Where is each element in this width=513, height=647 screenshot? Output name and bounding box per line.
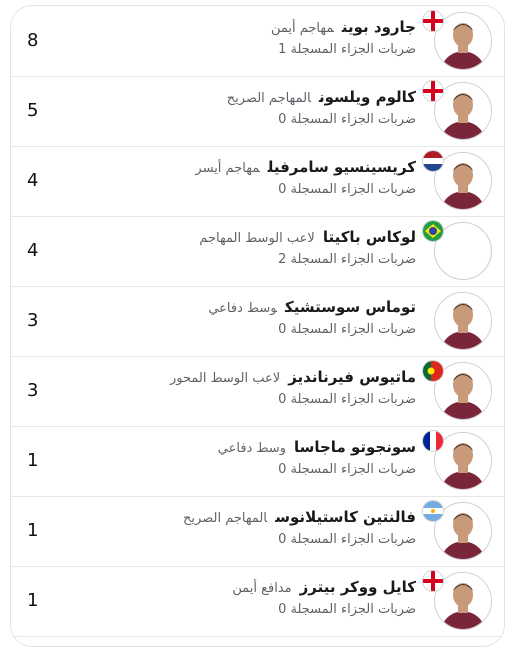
stat-count: 3 xyxy=(27,380,39,401)
stat-value: 0 xyxy=(278,392,287,407)
stat-value: 0 xyxy=(278,602,287,617)
player-name[interactable]: كريسينسيو سامرفيل xyxy=(268,158,416,176)
stat-value: 2 xyxy=(278,252,287,267)
stat-count: 1 xyxy=(27,520,39,541)
player-name[interactable]: توماس سوستشيك xyxy=(285,298,416,316)
stat-label: ضربات الجزاء المسجلة xyxy=(290,252,416,267)
stat-count: 5 xyxy=(27,100,39,121)
player-position: المهاجم الصريح xyxy=(183,511,268,526)
player-position: مهاجم أيسر xyxy=(195,161,260,176)
player-position: مهاجم أيمن xyxy=(270,21,334,36)
player-name[interactable]: ماتيوس فيرنانديز xyxy=(288,368,416,386)
player-stat-line: ضربات الجزاء المسجلة 0 xyxy=(278,530,416,550)
player-name[interactable]: كايل ووكر بيترز xyxy=(300,578,416,596)
player-avatar xyxy=(434,292,492,350)
player-row[interactable]: 1 كايل ووكر بيترز مدافع أيمن ضربات الجزاء ا… xyxy=(11,566,504,637)
player-stat-line: ضربات الجزاء المسجلة 0 xyxy=(278,600,416,620)
player-stat-line: ضربات الجزاء المسجلة 2 xyxy=(278,250,416,270)
player-row[interactable]: 3 توماس سوستشيكوسط دفاعي ضربات الجزاء المس… xyxy=(11,286,504,357)
player-stat-line: ضربات الجزاء المسجلة 0 xyxy=(278,110,416,130)
argentina-flag-icon xyxy=(422,500,444,522)
player-info: جارود بوين مهاجم أيمن xyxy=(271,16,416,40)
stat-label: ضربات الجزاء المسجلة xyxy=(290,532,416,547)
brazil-flag-icon xyxy=(422,220,444,242)
stat-label: ضربات الجزاء المسجلة xyxy=(290,602,416,617)
england-flag-icon xyxy=(422,10,444,32)
stat-count: 4 xyxy=(27,170,39,191)
player-position: المهاجم الصريح xyxy=(226,91,311,106)
player-position: وسط دفاعي xyxy=(217,441,286,456)
player-info: كايل ووكر بيترز مدافع أيمن xyxy=(232,576,416,600)
player-position: مدافع أيمن xyxy=(232,581,292,596)
player-info: كالوم ويلسون المهاجم الصريح xyxy=(227,86,416,110)
player-row[interactable]: 4 لوكاس باكيتا لاعب الوسط المهاجم ضربات الج… xyxy=(11,216,504,287)
player-name[interactable]: جارود بوين xyxy=(342,18,416,36)
player-info: ماتيوس فيرنانديز لاعب الوسط المحور xyxy=(170,366,416,390)
stat-value: 0 xyxy=(278,532,287,547)
player-name[interactable]: فالنتين كاستيلانوس xyxy=(275,508,416,526)
france-flag-icon xyxy=(422,430,444,452)
player-position: لاعب الوسط المهاجم xyxy=(199,231,315,246)
player-stat-line: ضربات الجزاء المسجلة 0 xyxy=(278,390,416,410)
player-stats-list: 8 جارود بوين مهاجم أيمن ضربات الجزاء المسجل… xyxy=(10,5,505,647)
player-info: لوكاس باكيتا لاعب الوسط المهاجم xyxy=(199,226,416,250)
player-row[interactable]: 1 سونجوتو ماجاسا وسط دفاعي ضربات الجزاء الم… xyxy=(11,426,504,497)
player-row[interactable]: 8 جارود بوين مهاجم أيمن ضربات الجزاء المسجل… xyxy=(11,6,504,77)
player-position: لاعب الوسط المحور xyxy=(169,371,281,386)
stat-count: 4 xyxy=(27,240,39,261)
player-position: وسط دفاعي xyxy=(208,301,277,316)
player-info: فالنتين كاستيلانوس المهاجم الصريح xyxy=(183,506,416,530)
player-stat-line: ضربات الجزاء المسجلة 0 xyxy=(278,320,416,340)
stat-label: ضربات الجزاء المسجلة xyxy=(290,42,416,57)
player-info: توماس سوستشيك وسط دفاعي xyxy=(208,296,416,320)
player-name[interactable]: كالوم ويلسون xyxy=(319,88,416,106)
stat-count: 3 xyxy=(27,310,39,331)
player-info: سونجوتو ماجاسا وسط دفاعي xyxy=(218,436,416,460)
stat-label: ضربات الجزاء المسجلة xyxy=(290,182,416,197)
player-stat-line: ضربات الجزاء المسجلة 0 xyxy=(278,180,416,200)
stat-value: 0 xyxy=(278,462,287,477)
stat-value: 0 xyxy=(278,182,287,197)
stat-label: ضربات الجزاء المسجلة xyxy=(290,322,416,337)
player-name[interactable]: لوكاس باكيتا xyxy=(323,228,416,246)
player-stat-line: ضربات الجزاء المسجلة 1 xyxy=(278,40,416,60)
stat-value: 0 xyxy=(278,112,287,127)
stat-count: 1 xyxy=(27,450,39,471)
stat-label: ضربات الجزاء المسجلة xyxy=(290,112,416,127)
stat-value: 1 xyxy=(278,42,287,57)
stat-label: ضربات الجزاء المسجلة xyxy=(290,462,416,477)
stat-value: 0 xyxy=(278,322,287,337)
portugal-flag-icon xyxy=(422,360,444,382)
player-stat-line: ضربات الجزاء المسجلة 0 xyxy=(278,460,416,480)
player-name[interactable]: سونجوتو ماجاسا xyxy=(294,438,416,456)
player-row[interactable]: 4 كريسينسيو سامرفيل مهاجم أيسر ضربات الجزاء… xyxy=(11,146,504,217)
england-flag-icon xyxy=(422,570,444,592)
stat-count: 1 xyxy=(27,590,39,611)
england-flag-icon xyxy=(422,80,444,102)
player-row[interactable]: 5 كالوم ويلسون المهاجم الصريح ضربات الجزاء … xyxy=(11,76,504,147)
player-row[interactable]: 3 ماتيوس فيرنانديز لاعب الوسط المحور ضربات … xyxy=(11,356,504,427)
netherlands-flag-icon xyxy=(422,150,444,172)
stat-count: 8 xyxy=(27,30,39,51)
player-row[interactable]: 1 فالنتين كاستيلانوس المهاجم الصريح ضربات ا… xyxy=(11,496,504,567)
player-info: كريسينسيو سامرفيل مهاجم أيسر xyxy=(195,156,416,180)
stat-label: ضربات الجزاء المسجلة xyxy=(290,392,416,407)
